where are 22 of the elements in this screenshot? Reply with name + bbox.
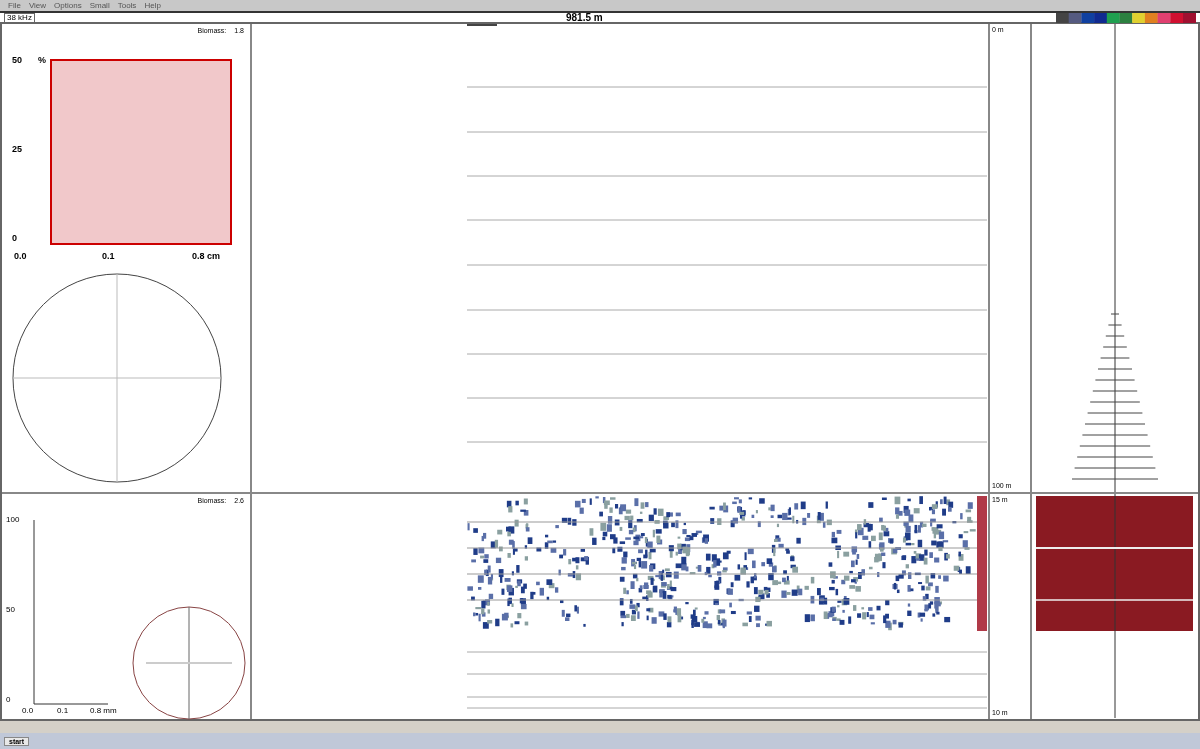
axis-tick-label: 0	[6, 694, 11, 706]
axis-tick-label: 0.1	[102, 250, 115, 263]
scroll-marker	[467, 24, 497, 26]
menu-item[interactable]: File	[8, 1, 21, 10]
menu-item[interactable]: View	[28, 1, 47, 10]
menu-item[interactable]: Tools	[117, 1, 137, 10]
axis-tick-label: 50	[12, 54, 22, 67]
frequency-label: 38 kHz	[4, 12, 35, 23]
axis-tick-label: 0	[12, 232, 17, 245]
distance-label: 981.5 m	[566, 12, 603, 23]
axis-tick-label: 0.0	[14, 250, 27, 263]
axis-tick-label: 50	[6, 604, 15, 616]
axis-tick-label: 100	[6, 514, 20, 526]
axis-tick-label: 0.0	[22, 705, 34, 717]
axis-tick-label: 0.8 cm	[192, 250, 221, 263]
axis-tick-label: 0.8 mm	[90, 705, 117, 717]
axis-tick-label: 25	[12, 143, 22, 156]
menu-item[interactable]: Help	[144, 1, 161, 10]
menu-item[interactable]: Options	[54, 1, 82, 10]
menu-item[interactable]: Small	[89, 1, 110, 10]
axis-tick-label: 0.1	[57, 705, 69, 717]
axis-unit: %	[38, 54, 46, 67]
